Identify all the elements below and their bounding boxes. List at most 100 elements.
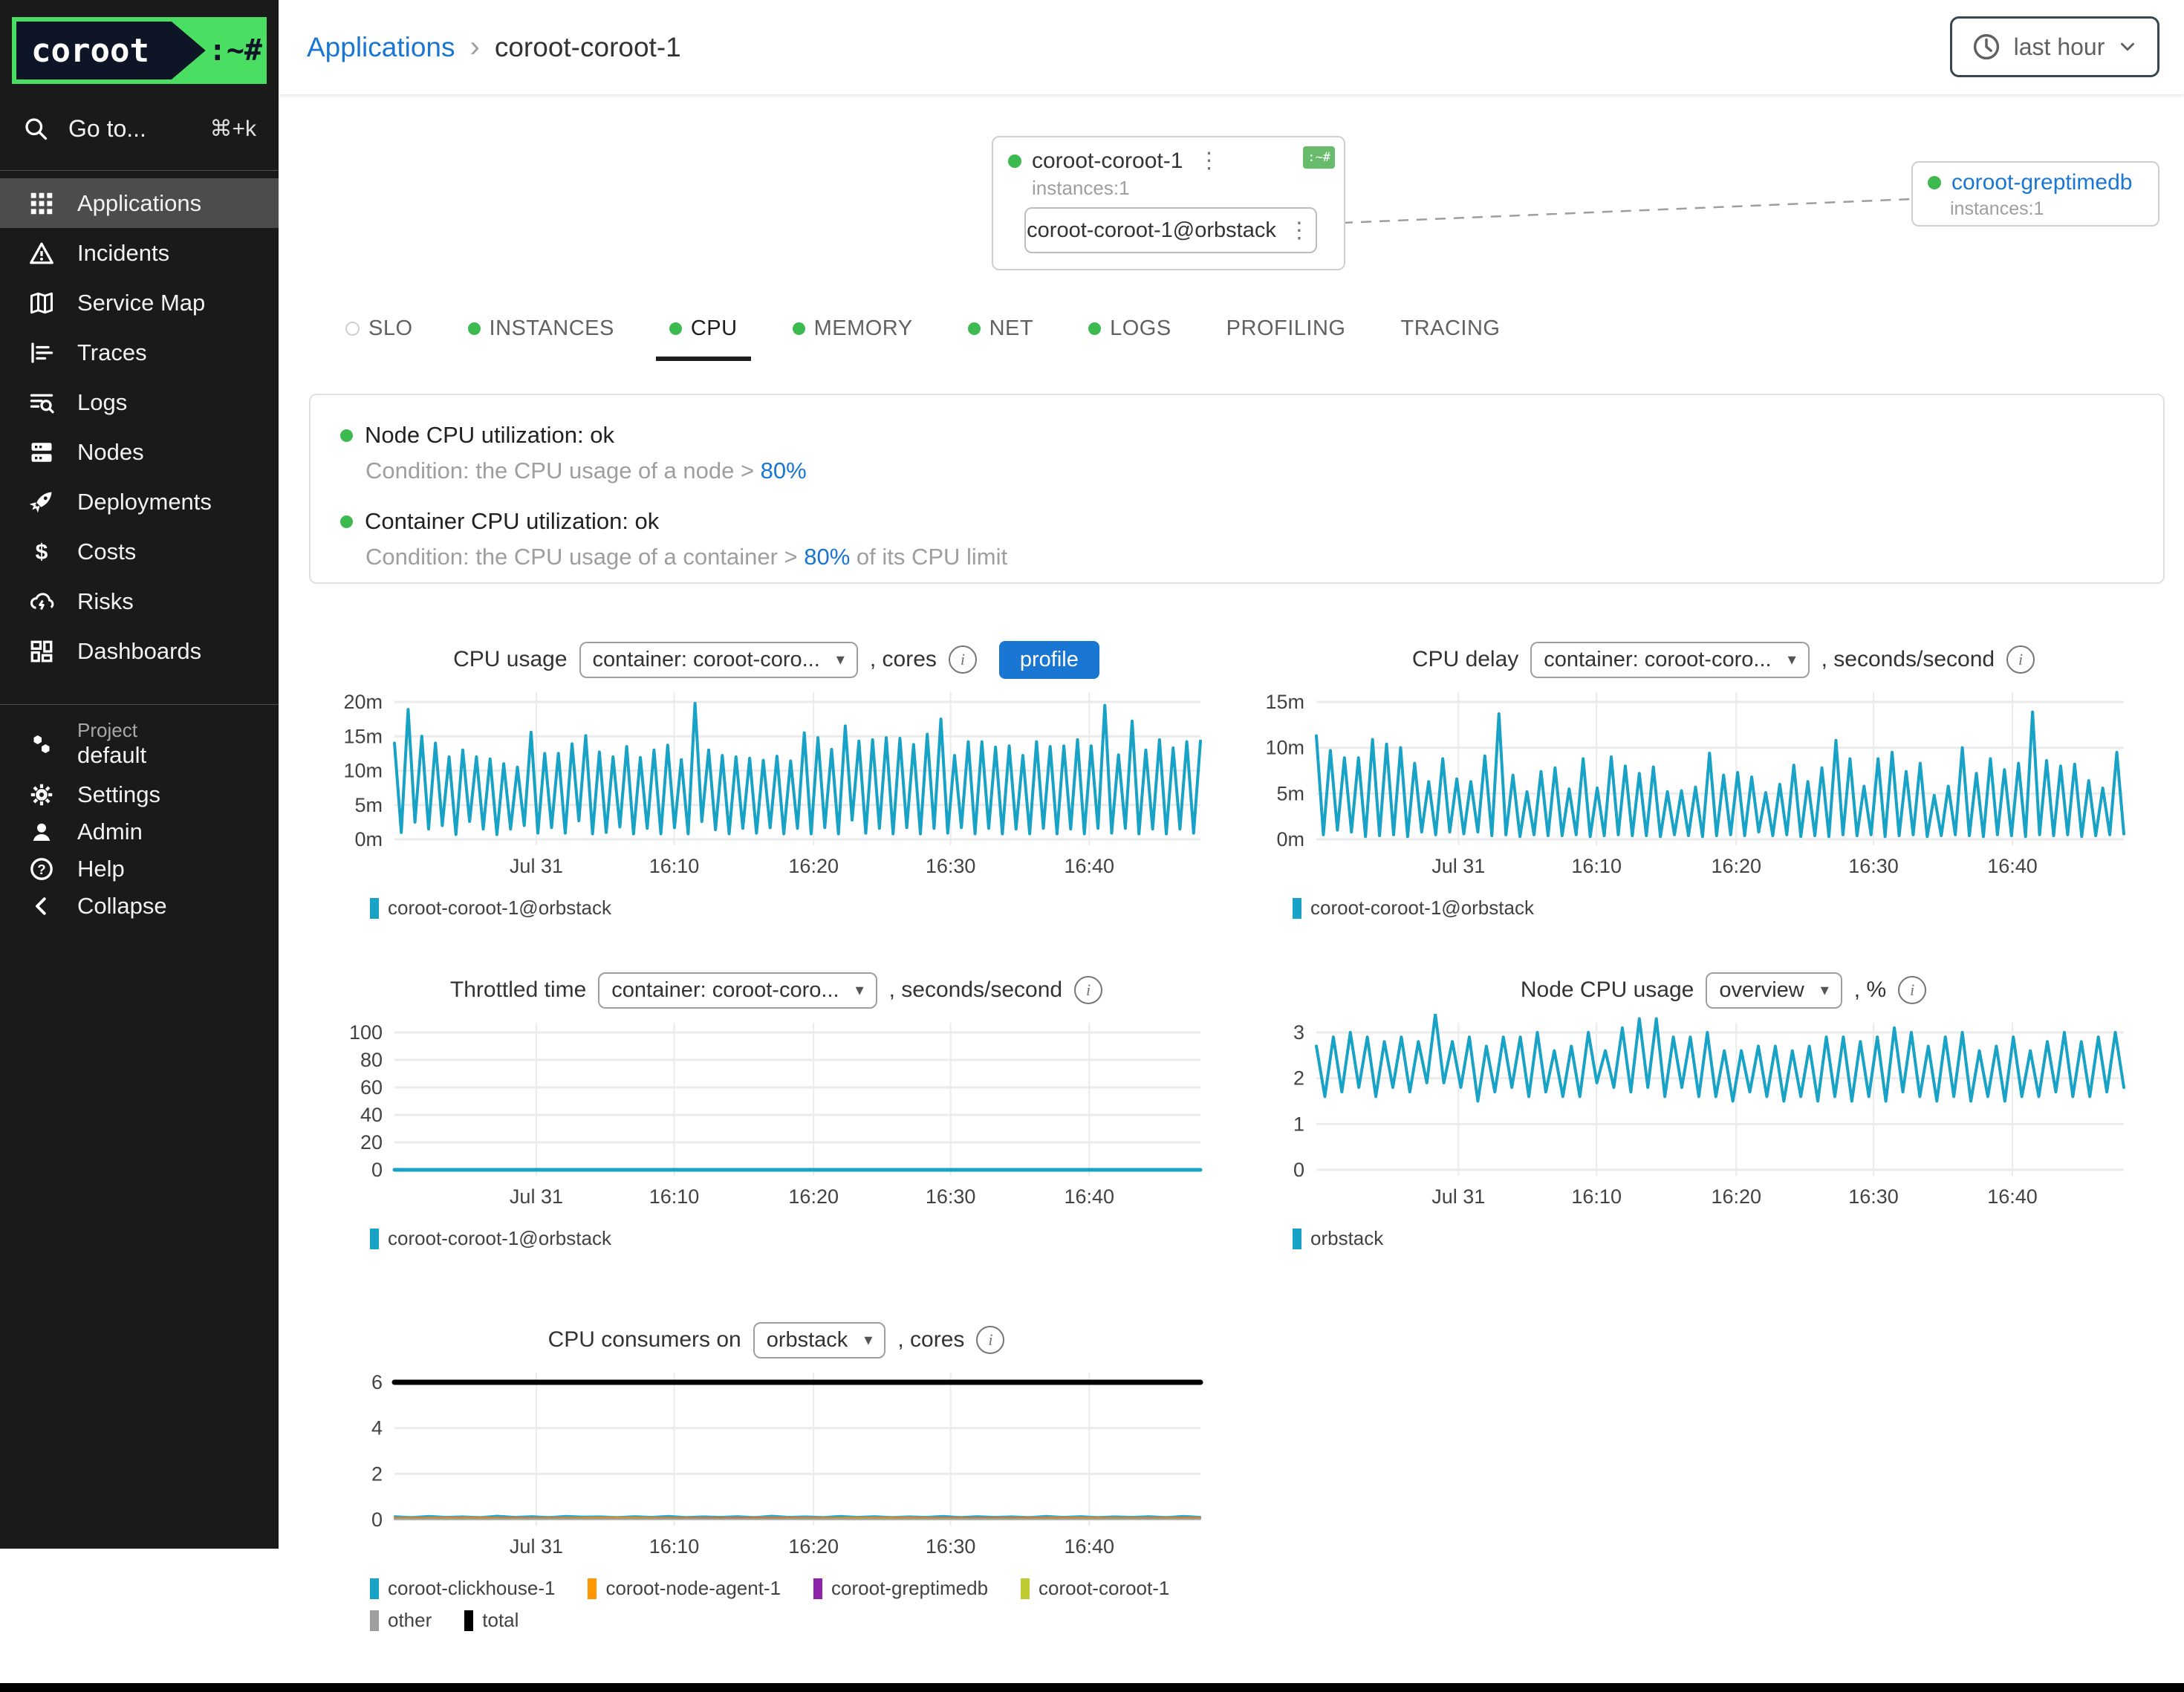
tab-profiling[interactable]: PROFILING <box>1213 300 1359 361</box>
service-link[interactable]: coroot-greptimedb <box>1951 170 2132 195</box>
legend-item[interactable]: coroot-coroot-1@orbstack <box>1293 897 1534 920</box>
search-icon <box>22 115 49 142</box>
sidebar-item-label: Help <box>77 856 125 882</box>
legend-item[interactable]: coroot-coroot-1@orbstack <box>370 897 611 920</box>
chart-title: CPU consumers on <box>548 1327 741 1353</box>
sidebar-item-label: Applications <box>77 190 201 217</box>
instance-pill[interactable]: coroot-coroot-1@orbstack ⋮ <box>1024 207 1317 253</box>
sidebar-item-help[interactable]: ?Help <box>0 850 279 888</box>
svg-text:16:40: 16:40 <box>1987 1185 2038 1208</box>
cpu-checks-panel: Node CPU utilization: okCondition: the C… <box>309 394 2165 584</box>
legend-item[interactable]: coroot-node-agent-1 <box>588 1577 781 1600</box>
legend-item[interactable]: total <box>464 1609 519 1632</box>
sidebar-item-traces[interactable]: Traces <box>0 328 279 377</box>
sidebar-item-settings[interactable]: Settings <box>0 776 279 813</box>
info-icon[interactable]: i <box>976 1326 1004 1354</box>
service-instances: instances:1 <box>1950 198 2158 220</box>
sidebar-item-nodes[interactable]: Nodes <box>0 427 279 477</box>
kebab-menu-icon[interactable]: ⋮ <box>1193 148 1224 174</box>
cpu-usage-selector[interactable]: container: coroot-coro...▾ <box>579 642 858 678</box>
breadcrumb-applications-link[interactable]: Applications <box>307 32 455 63</box>
legend-label: coroot-node-agent-1 <box>605 1577 781 1600</box>
chart-legend: coroot-coroot-1@orbstack <box>1293 897 2184 920</box>
sidebar-item-dashboards[interactable]: Dashboards <box>0 626 279 676</box>
legend-item[interactable]: coroot-greptimedb <box>813 1577 988 1600</box>
svg-text:3: 3 <box>1293 1021 1304 1044</box>
svg-text:0: 0 <box>1293 1159 1304 1181</box>
sidebar-item-admin[interactable]: Admin <box>0 813 279 850</box>
tab-slo[interactable]: SLO <box>332 300 426 361</box>
svg-text:10m: 10m <box>1265 737 1304 759</box>
chart-plot: 0m5m10m15m20mJul 3116:1016:2016:3016:40 <box>312 683 1241 882</box>
tab-logs[interactable]: LOGS <box>1075 300 1185 361</box>
time-range-picker[interactable]: last hour <box>1950 16 2159 77</box>
kebab-menu-icon[interactable]: ⋮ <box>1284 218 1315 244</box>
time-range-value: last hour <box>2014 33 2105 61</box>
profile-button[interactable]: profile <box>999 641 1099 679</box>
tab-net[interactable]: NET <box>955 300 1047 361</box>
breadcrumb-current: coroot-coroot-1 <box>495 32 681 63</box>
legend-item[interactable]: coroot-coroot-1 <box>1021 1577 1169 1600</box>
tab-tracing[interactable]: TRACING <box>1387 300 1513 361</box>
legend-color-chip <box>370 898 379 919</box>
svg-text:Jul 31: Jul 31 <box>510 1185 563 1208</box>
sidebar-item-deployments[interactable]: Deployments <box>0 477 279 527</box>
goto-search[interactable]: Go to... ⌘+k <box>0 94 279 163</box>
svg-text:16:40: 16:40 <box>1064 1535 1114 1558</box>
info-icon[interactable]: i <box>1074 976 1102 1004</box>
svg-text:16:10: 16:10 <box>649 1535 700 1558</box>
sidebar-item-risks[interactable]: Risks <box>0 576 279 626</box>
breadcrumb-chevron-icon: › <box>470 30 480 64</box>
info-icon[interactable]: i <box>1898 976 1926 1004</box>
sidebar-item-service-map[interactable]: Service Map <box>0 278 279 328</box>
chart-title: Node CPU usage <box>1521 977 1694 1003</box>
bottom-bar <box>0 1683 2184 1692</box>
sidebar-item-label: Collapse <box>77 893 167 920</box>
svg-text:20: 20 <box>360 1131 383 1154</box>
sidebar-item-costs[interactable]: $Costs <box>0 527 279 576</box>
tab-cpu[interactable]: CPU <box>656 300 751 361</box>
node-cpu-usage-selector[interactable]: overview▾ <box>1706 972 1842 1009</box>
service-card-coroot-greptimedb[interactable]: coroot-greptimedb instances:1 <box>1911 161 2159 227</box>
throttled-time-selector[interactable]: container: coroot-coro...▾ <box>598 972 877 1009</box>
sidebar-item-incidents[interactable]: Incidents <box>0 228 279 278</box>
legend-item[interactable]: other <box>370 1609 432 1632</box>
tab-memory[interactable]: MEMORY <box>779 300 926 361</box>
tab-status-dot <box>345 322 360 336</box>
sidebar-item-collapse[interactable]: Collapse <box>0 888 279 925</box>
threshold-link[interactable]: 80% <box>761 458 807 484</box>
svg-text:4: 4 <box>371 1417 383 1439</box>
chart-plot: 020406080100Jul 3116:1016:2016:3016:40 <box>312 1014 1241 1213</box>
sidebar-item-logs[interactable]: Logs <box>0 377 279 427</box>
svg-text:0: 0 <box>371 1159 383 1181</box>
coroot-logo[interactable]: coroot :~# <box>12 17 267 84</box>
chart-unit: , seconds/second <box>1821 647 1995 672</box>
service-card-coroot-coroot-1[interactable]: coroot-coroot-1 ⋮ :~# instances:1 coroot… <box>992 136 1345 270</box>
sidebar: coroot :~# Go to... ⌘+k Applications Inci… <box>0 0 279 1549</box>
sidebar-item-label: Traces <box>77 339 147 366</box>
legend-item[interactable]: coroot-coroot-1@orbstack <box>370 1227 611 1250</box>
sidebar-item-label: Nodes <box>77 439 144 466</box>
cpu-delay-selector[interactable]: container: coroot-coro...▾ <box>1530 642 1809 678</box>
legend-item[interactable]: coroot-clickhouse-1 <box>370 1577 555 1600</box>
threshold-link[interactable]: 80% <box>804 544 850 570</box>
info-icon[interactable]: i <box>949 645 977 674</box>
service-map: coroot-coroot-1 ⋮ :~# instances:1 coroot… <box>279 94 2184 297</box>
tab-label: CPU <box>691 316 738 341</box>
svg-text:80: 80 <box>360 1049 383 1071</box>
breadcrumb: Applications › coroot-coroot-1 <box>307 30 681 64</box>
svg-text:10m: 10m <box>343 760 383 782</box>
chart-legend: coroot-coroot-1@orbstack <box>370 1227 1241 1250</box>
tab-instances[interactable]: INSTANCES <box>455 300 628 361</box>
svg-text:20m: 20m <box>343 691 383 713</box>
svg-text:16:30: 16:30 <box>926 1535 976 1558</box>
info-icon[interactable]: i <box>2006 645 2035 674</box>
tab-label: LOGS <box>1110 316 1171 341</box>
legend-item[interactable]: orbstack <box>1293 1227 1383 1250</box>
svg-text:16:30: 16:30 <box>1848 855 1899 877</box>
sidebar-item-project[interactable]: Project default <box>0 712 279 776</box>
map-icon <box>28 290 55 316</box>
topbar: Applications › coroot-coroot-1 last hour <box>279 0 2184 94</box>
cpu-consumers-on-selector[interactable]: orbstack▾ <box>753 1322 886 1359</box>
sidebar-item-applications[interactable]: Applications <box>0 178 279 228</box>
